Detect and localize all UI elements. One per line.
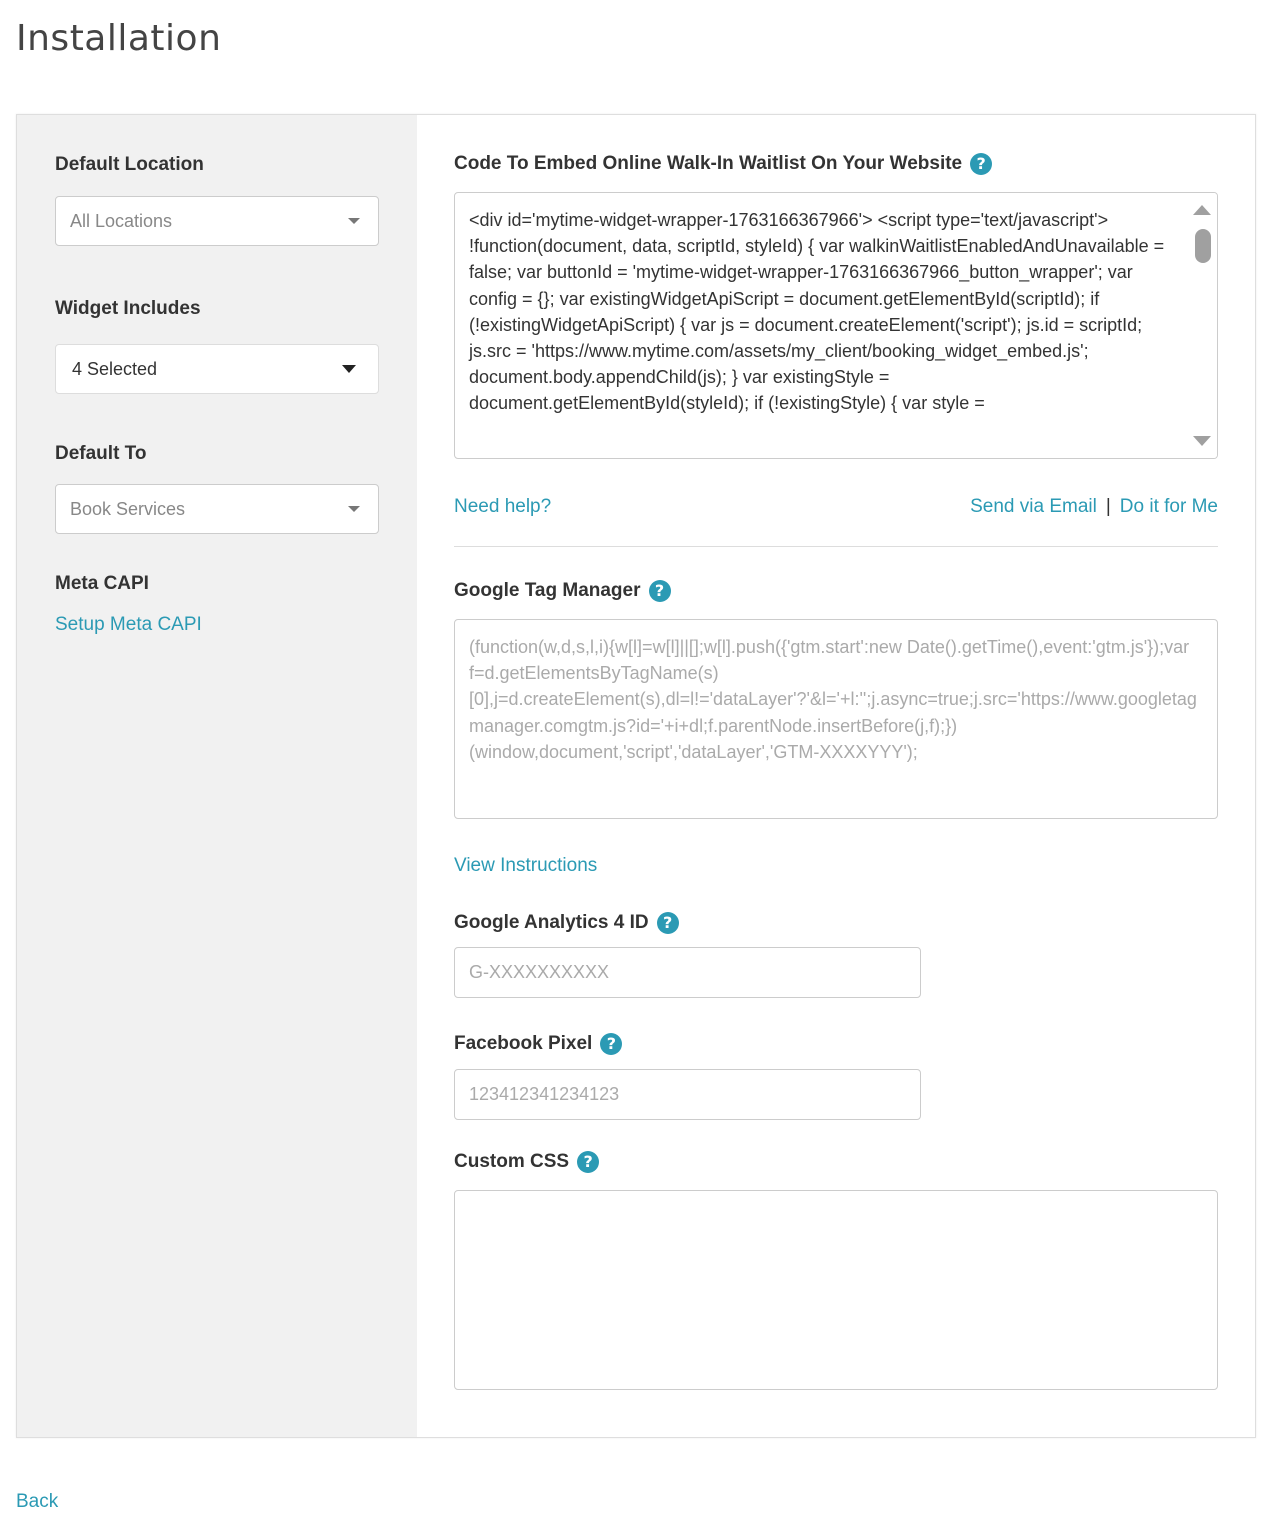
gtm-textarea[interactable]: (function(w,d,s,l,i){w[l]=w[l]||[];w[l].… — [454, 619, 1218, 819]
settings-sidebar: Default Location All Locations Widget In… — [17, 115, 417, 1437]
scroll-up-arrow-icon[interactable] — [1193, 205, 1211, 215]
gtm-label-text: Google Tag Manager — [454, 580, 641, 601]
default-to-value: Book Services — [70, 498, 186, 519]
embed-code-text: <div id='mytime-widget-wrapper-176316636… — [469, 210, 1165, 414]
help-icon[interactable]: ? — [577, 1151, 600, 1173]
ga4-label-text: Google Analytics 4 ID — [454, 912, 649, 933]
default-location-label: Default Location — [55, 154, 204, 175]
view-instructions-link[interactable]: View Instructions — [454, 855, 597, 877]
installation-panel: Default Location All Locations Widget In… — [16, 114, 1256, 1438]
help-icon[interactable]: ? — [656, 912, 679, 934]
custom-css-label-text: Custom CSS — [454, 1151, 570, 1172]
embed-code-textarea[interactable]: <div id='mytime-widget-wrapper-176316636… — [454, 192, 1218, 459]
widget-includes-select[interactable]: 4 Selected — [55, 344, 379, 394]
chevron-down-icon — [348, 218, 360, 224]
main-content: Code To Embed Online Walk-In Waitlist On… — [417, 115, 1255, 1437]
chevron-down-icon — [348, 506, 360, 512]
ga4-id-input[interactable] — [454, 947, 921, 998]
do-it-for-me-link[interactable]: Do it for Me — [1120, 496, 1218, 518]
default-to-label: Default To — [55, 443, 147, 464]
link-separator: | — [1105, 496, 1111, 517]
share-actions: Send via Email | Do it for Me — [970, 496, 1218, 518]
facebook-pixel-label-text: Facebook Pixel — [454, 1033, 593, 1054]
embed-code-scrollbar[interactable] — [1187, 193, 1217, 458]
help-icon[interactable]: ? — [970, 153, 993, 175]
ga4-label: Google Analytics 4 ID ? — [454, 911, 679, 935]
meta-capi-label: Meta CAPI — [55, 573, 149, 594]
custom-css-textarea[interactable] — [454, 1190, 1218, 1390]
help-icon[interactable]: ? — [648, 580, 671, 602]
setup-meta-capi-link[interactable]: Setup Meta CAPI — [55, 614, 202, 636]
chevron-down-icon — [342, 365, 356, 373]
help-icon[interactable]: ? — [600, 1033, 623, 1055]
default-location-value: All Locations — [70, 210, 173, 231]
facebook-pixel-input[interactable] — [454, 1069, 921, 1120]
send-via-email-link[interactable]: Send via Email — [970, 496, 1097, 518]
back-link[interactable]: Back — [16, 1491, 58, 1513]
facebook-pixel-label: Facebook Pixel ? — [454, 1032, 623, 1056]
widget-includes-value: 4 Selected — [72, 358, 158, 379]
scroll-thumb[interactable] — [1195, 229, 1211, 263]
custom-css-label: Custom CSS ? — [454, 1150, 600, 1174]
embed-code-label-text: Code To Embed Online Walk-In Waitlist On… — [454, 153, 963, 174]
default-location-select[interactable]: All Locations — [55, 196, 379, 246]
widget-includes-label: Widget Includes — [55, 298, 201, 319]
need-help-link[interactable]: Need help? — [454, 496, 551, 518]
page-title: Installation — [16, 18, 222, 59]
section-divider — [454, 546, 1218, 547]
gtm-placeholder: (function(w,d,s,l,i){w[l]=w[l]||[];w[l].… — [469, 637, 1197, 762]
scroll-down-arrow-icon[interactable] — [1193, 436, 1211, 446]
embed-code-label: Code To Embed Online Walk-In Waitlist On… — [454, 152, 993, 176]
gtm-label: Google Tag Manager ? — [454, 579, 671, 603]
default-to-select[interactable]: Book Services — [55, 484, 379, 534]
